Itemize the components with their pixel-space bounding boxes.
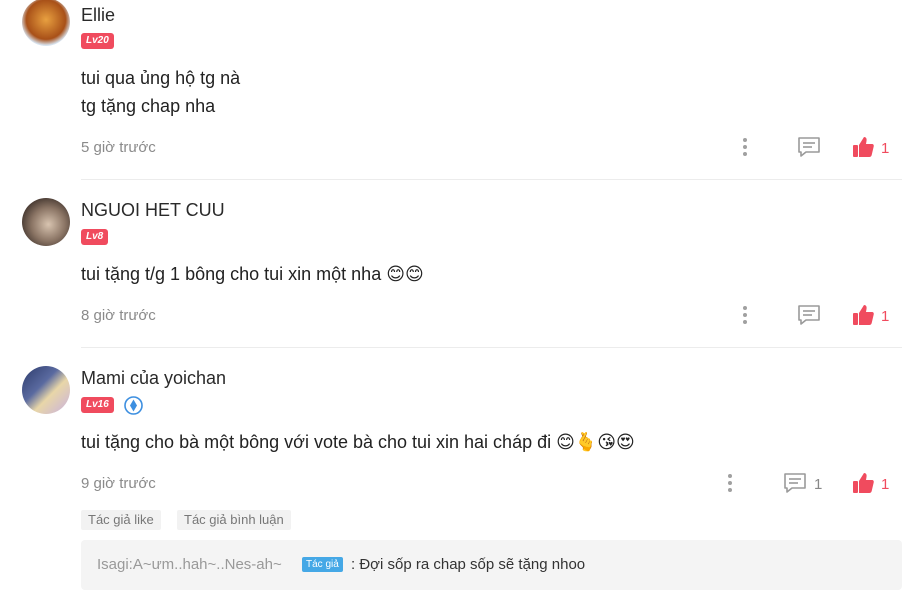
comment-icon[interactable] — [783, 472, 807, 494]
reply-user-name[interactable]: Isagi:A~ưm..hah~..Nes-ah~ — [97, 556, 282, 573]
like-count: 1 — [881, 140, 890, 157]
user-name[interactable]: Mami của yoichan — [81, 368, 226, 389]
like-count: 1 — [881, 476, 890, 493]
like-count: 1 — [881, 308, 890, 325]
thumbs-up-icon[interactable] — [852, 136, 874, 158]
author-badge: Tác giả — [302, 557, 343, 572]
avatar[interactable] — [22, 366, 70, 414]
reply-count: 1 — [814, 476, 823, 493]
user-name[interactable]: NGUOI HET CUU — [81, 200, 225, 221]
user-name[interactable]: Ellie — [81, 5, 115, 26]
comment-icon[interactable] — [797, 304, 821, 326]
level-badge: Lv16 — [81, 397, 114, 413]
timestamp: 5 giờ trước — [81, 139, 156, 156]
more-vertical-icon[interactable] — [742, 306, 748, 327]
more-vertical-icon[interactable] — [727, 474, 733, 495]
thumbs-up-icon[interactable] — [852, 472, 874, 494]
more-vertical-icon[interactable] — [742, 138, 748, 159]
avatar[interactable] — [22, 0, 70, 46]
timestamp: 9 giờ trước — [81, 475, 156, 492]
timestamp: 8 giờ trước — [81, 307, 156, 324]
thumbs-up-icon[interactable] — [852, 304, 874, 326]
comment-line: tg tặng chap nha — [81, 96, 216, 116]
comment-text: tui tặng t/g 1 bông cho tui xin một nha … — [81, 260, 424, 288]
comment-line: tui qua ủng hộ tg nà — [81, 68, 241, 88]
level-badge: Lv20 — [81, 33, 114, 49]
comment-line: tui tặng cho bà một bông với vote bà cho… — [81, 432, 635, 452]
author-replied-tag: Tác giả bình luận — [177, 510, 291, 530]
level-badge: Lv8 — [81, 229, 109, 245]
author-liked-tag: Tác giả like — [81, 510, 161, 530]
divider — [81, 179, 902, 180]
diamond-badge-icon — [124, 396, 143, 415]
comment-text: tui tặng cho bà một bông với vote bà cho… — [81, 428, 635, 456]
divider — [81, 347, 902, 348]
avatar[interactable] — [22, 198, 70, 246]
comment-line: tui tặng t/g 1 bông cho tui xin một nha … — [81, 264, 424, 284]
comment-icon[interactable] — [797, 136, 821, 158]
reply-text: : Đợi sốp ra chap sốp sẽ tặng nhoo — [351, 556, 586, 573]
author-reply[interactable]: Isagi:A~ưm..hah~..Nes-ah~ Tác giả : Đợi … — [81, 540, 902, 590]
comment-text: tui qua ủng hộ tg nà tg tặng chap nha — [81, 64, 240, 120]
